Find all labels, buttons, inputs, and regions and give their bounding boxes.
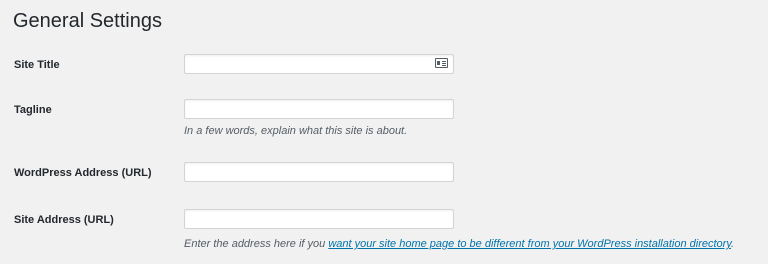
tagline-description: In a few words, explain what this site i…	[184, 125, 408, 137]
contact-card-icon[interactable]	[435, 58, 448, 68]
wordpress-address-label: WordPress Address (URL)	[14, 167, 152, 179]
tagline-input[interactable]	[184, 99, 454, 119]
site-title-input[interactable]	[184, 54, 454, 74]
site-address-description: Enter the address here if you want your …	[184, 237, 734, 251]
site-address-input[interactable]	[184, 209, 454, 229]
page-title: General Settings	[13, 10, 162, 32]
wordpress-address-input[interactable]	[184, 162, 454, 182]
site-title-label: Site Title	[14, 59, 60, 71]
site-address-description-prefix: Enter the address here if you	[184, 238, 329, 250]
site-address-help-link[interactable]: want your site home page to be different…	[328, 238, 731, 250]
site-address-description-suffix: .	[731, 238, 735, 250]
tagline-label: Tagline	[14, 104, 52, 116]
site-address-label: Site Address (URL)	[14, 214, 114, 226]
